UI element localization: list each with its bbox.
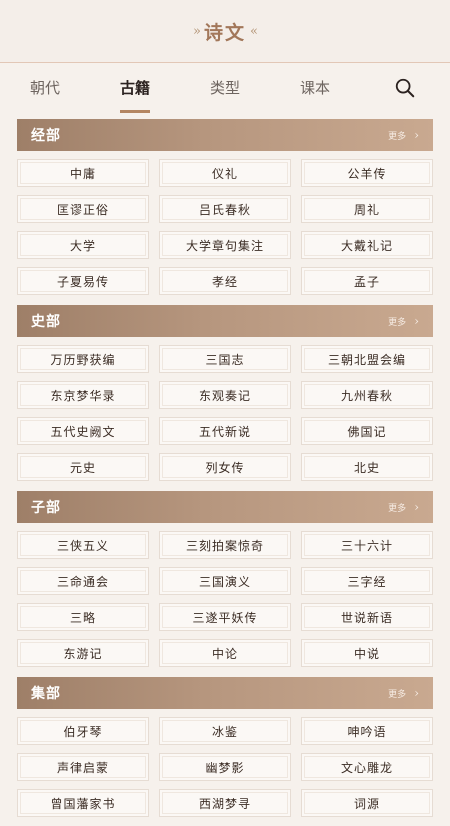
tab-textbook[interactable]: 课本 xyxy=(270,63,360,113)
book-item[interactable]: 幽梦影 xyxy=(159,753,291,781)
book-item[interactable]: 曾国藩家书 xyxy=(17,789,149,817)
page-title: 诗文 xyxy=(203,21,246,44)
chevron-right-icon: › xyxy=(414,314,419,328)
chevron-right-icon: › xyxy=(414,128,419,142)
book-item[interactable]: 仪礼 xyxy=(159,159,291,187)
book-item[interactable]: 文心雕龙 xyxy=(301,753,433,781)
chevron-right-icon: › xyxy=(414,500,419,514)
book-item[interactable]: 三刻拍案惊奇 xyxy=(159,531,291,559)
section-header-shi: 史部 更多 › xyxy=(17,305,433,337)
book-item[interactable]: 列女传 xyxy=(159,453,291,481)
book-item[interactable]: 中说 xyxy=(301,639,433,667)
book-item[interactable]: 三国志 xyxy=(159,345,291,373)
book-item[interactable]: 五代新说 xyxy=(159,417,291,445)
book-item[interactable]: 伯牙琴 xyxy=(17,717,149,745)
book-item[interactable]: 冰鉴 xyxy=(159,717,291,745)
book-item[interactable]: 三十六计 xyxy=(301,531,433,559)
book-grid: 伯牙琴 冰鉴 呻吟语 声律启蒙 幽梦影 文心雕龙 曾国藩家书 西湖梦寻 词源 xyxy=(17,709,433,826)
book-item[interactable]: 三朝北盟会编 xyxy=(301,345,433,373)
book-item[interactable]: 周礼 xyxy=(301,195,433,223)
book-item[interactable]: 孝经 xyxy=(159,267,291,295)
tab-dynasty[interactable]: 朝代 xyxy=(0,63,90,113)
book-item[interactable]: 三字经 xyxy=(301,567,433,595)
book-item[interactable]: 西湖梦寻 xyxy=(159,789,291,817)
more-link[interactable]: 更多 › xyxy=(388,686,419,700)
book-item[interactable]: 呻吟语 xyxy=(301,717,433,745)
book-item[interactable]: 东观奏记 xyxy=(159,381,291,409)
section-title: 子部 xyxy=(31,500,61,516)
title-right-decoration: « xyxy=(250,23,258,39)
book-item[interactable]: 中论 xyxy=(159,639,291,667)
more-link[interactable]: 更多 › xyxy=(388,500,419,514)
book-item[interactable]: 大学 xyxy=(17,231,149,259)
book-item[interactable]: 万历野获编 xyxy=(17,345,149,373)
book-item[interactable]: 三略 xyxy=(17,603,149,631)
book-item[interactable]: 大学章句集注 xyxy=(159,231,291,259)
section-title: 史部 xyxy=(31,314,61,330)
chevron-right-icon: › xyxy=(414,686,419,700)
title-left-decoration: » xyxy=(193,23,201,39)
book-item[interactable]: 三侠五义 xyxy=(17,531,149,559)
book-grid: 三侠五义 三刻拍案惊奇 三十六计 三命通会 三国演义 三字经 三略 三遂平妖传 … xyxy=(17,523,433,676)
search-icon xyxy=(395,78,415,98)
book-item[interactable]: 东京梦华录 xyxy=(17,381,149,409)
book-item[interactable]: 元史 xyxy=(17,453,149,481)
book-item[interactable]: 孟子 xyxy=(301,267,433,295)
section-header-ji: 集部 更多 › xyxy=(17,677,433,709)
book-item[interactable]: 吕氏春秋 xyxy=(159,195,291,223)
book-item[interactable]: 佛国记 xyxy=(301,417,433,445)
book-item[interactable]: 五代史阙文 xyxy=(17,417,149,445)
tab-type[interactable]: 类型 xyxy=(180,63,270,113)
book-item[interactable]: 子夏易传 xyxy=(17,267,149,295)
book-grid: 万历野获编 三国志 三朝北盟会编 东京梦华录 东观奏记 九州春秋 五代史阙文 五… xyxy=(17,337,433,490)
book-grid: 中庸 仪礼 公羊传 匡谬正俗 吕氏春秋 周礼 大学 大学章句集注 大戴礼记 子夏… xyxy=(17,151,433,304)
section-header-zi: 子部 更多 › xyxy=(17,491,433,523)
section-title: 经部 xyxy=(31,128,61,144)
app-header: » 诗文 « xyxy=(0,0,450,62)
book-item[interactable]: 九州春秋 xyxy=(301,381,433,409)
book-item[interactable]: 三遂平妖传 xyxy=(159,603,291,631)
book-item[interactable]: 中庸 xyxy=(17,159,149,187)
book-item[interactable]: 三命通会 xyxy=(17,567,149,595)
section-title: 集部 xyxy=(31,686,61,702)
more-link[interactable]: 更多 › xyxy=(388,314,419,328)
book-list: 经部 更多 › 中庸 仪礼 公羊传 匡谬正俗 吕氏春秋 周礼 大学 大学章句集注 … xyxy=(0,113,450,826)
book-item[interactable]: 词源 xyxy=(301,789,433,817)
section-header-jing: 经部 更多 › xyxy=(17,119,433,151)
search-button[interactable] xyxy=(360,63,450,113)
book-item[interactable]: 匡谬正俗 xyxy=(17,195,149,223)
book-item[interactable]: 大戴礼记 xyxy=(301,231,433,259)
book-item[interactable]: 世说新语 xyxy=(301,603,433,631)
book-item[interactable]: 北史 xyxy=(301,453,433,481)
tab-ancient-books[interactable]: 古籍 xyxy=(90,63,180,113)
book-item[interactable]: 声律启蒙 xyxy=(17,753,149,781)
category-tabs: 朝代 古籍 类型 课本 xyxy=(0,62,450,113)
book-item[interactable]: 公羊传 xyxy=(301,159,433,187)
more-link[interactable]: 更多 › xyxy=(388,128,419,142)
book-item[interactable]: 三国演义 xyxy=(159,567,291,595)
book-item[interactable]: 东游记 xyxy=(17,639,149,667)
